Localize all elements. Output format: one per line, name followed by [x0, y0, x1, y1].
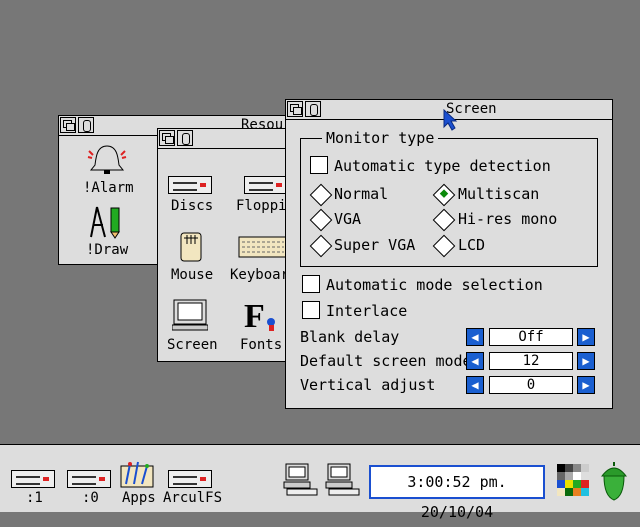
hard-drive-0-icon[interactable] — [67, 470, 111, 488]
blank-delay-label: Blank delay — [300, 328, 400, 346]
draw-compass-pencil-icon[interactable] — [89, 205, 127, 239]
fonts-label[interactable]: Fonts — [240, 337, 282, 353]
configure-title-bar[interactable] — [158, 129, 298, 149]
configure-window[interactable]: Discs Floppie Mouse Keyboar Screen F Fon… — [157, 128, 299, 362]
vertical-adjust-label: Vertical adjust — [300, 376, 436, 394]
vertical-adjust-decrease-button[interactable]: ◀ — [466, 376, 484, 394]
hires-mono-label[interactable]: Hi-res mono — [458, 210, 557, 228]
clock-display[interactable]: 3:00:52 pm. 20/10/04 — [369, 465, 545, 521]
computer-icon-1[interactable] — [283, 462, 319, 498]
drive-1-label[interactable]: :1 — [26, 490, 43, 506]
close-icon[interactable] — [305, 101, 321, 117]
mouse-label[interactable]: Mouse — [171, 267, 213, 283]
fonts-icon[interactable]: F — [244, 297, 280, 333]
automatic-type-detection-checkbox[interactable] — [310, 156, 328, 174]
hard-drive-1-icon[interactable] — [11, 470, 55, 488]
computer-icon-2[interactable] — [325, 462, 361, 498]
draw-label[interactable]: !Draw — [86, 242, 128, 258]
keyboard-icon[interactable] — [238, 236, 288, 258]
arculfs-label[interactable]: ArculFS — [163, 490, 222, 506]
close-icon[interactable] — [78, 117, 94, 133]
acorn-icon[interactable] — [598, 460, 630, 502]
back-icon[interactable] — [287, 101, 303, 117]
keyboard-label[interactable]: Keyboar — [230, 267, 289, 283]
screen-mode-increase-button[interactable]: ▶ — [577, 352, 595, 370]
screen-label[interactable]: Screen — [167, 337, 218, 353]
alarm-bell-icon[interactable] — [87, 143, 127, 177]
palette-icon[interactable] — [557, 464, 589, 500]
screen-window[interactable]: Screen Monitor type Automatic type detec… — [285, 99, 613, 409]
arculfs-drive-icon[interactable] — [168, 470, 212, 488]
blank-delay-increase-button[interactable]: ▶ — [577, 328, 595, 346]
automatic-mode-selection-label[interactable]: Automatic mode selection — [326, 276, 543, 294]
normal-label[interactable]: Normal — [334, 185, 388, 203]
back-icon[interactable] — [60, 117, 76, 133]
close-icon[interactable] — [177, 130, 193, 146]
mouse-icon[interactable] — [180, 232, 202, 262]
apps-folder-icon[interactable] — [120, 460, 154, 488]
automatic-type-detection-label[interactable]: Automatic type detection — [334, 157, 551, 175]
drive-0-label[interactable]: :0 — [82, 490, 99, 506]
pointer-icon — [443, 109, 458, 131]
vertical-adjust-increase-button[interactable]: ▶ — [577, 376, 595, 394]
discs-label[interactable]: Discs — [171, 198, 213, 214]
back-icon[interactable] — [159, 130, 175, 146]
super-vga-label[interactable]: Super VGA — [334, 236, 415, 254]
default-screen-mode-label: Default screen mode — [300, 352, 472, 370]
lcd-label[interactable]: LCD — [458, 236, 485, 254]
alarm-label[interactable]: !Alarm — [83, 180, 134, 196]
interlace-label[interactable]: Interlace — [326, 302, 407, 320]
svg-text:F: F — [244, 298, 265, 333]
screen-mode-decrease-button[interactable]: ◀ — [466, 352, 484, 370]
default-screen-mode-field[interactable]: 12 — [489, 352, 573, 370]
blank-delay-field[interactable]: Off — [489, 328, 573, 346]
monitor-type-label: Monitor type — [322, 129, 439, 147]
automatic-mode-selection-checkbox[interactable] — [302, 275, 320, 293]
apps-label[interactable]: Apps — [122, 490, 156, 506]
blank-delay-decrease-button[interactable]: ◀ — [466, 328, 484, 346]
vga-label[interactable]: VGA — [334, 210, 361, 228]
floppies-icon[interactable] — [244, 176, 288, 194]
screen-monitor-icon[interactable] — [172, 299, 208, 331]
discs-icon[interactable] — [168, 176, 212, 194]
multiscan-label[interactable]: Multiscan — [458, 185, 539, 203]
interlace-checkbox[interactable] — [302, 301, 320, 319]
vertical-adjust-field[interactable]: 0 — [489, 376, 573, 394]
